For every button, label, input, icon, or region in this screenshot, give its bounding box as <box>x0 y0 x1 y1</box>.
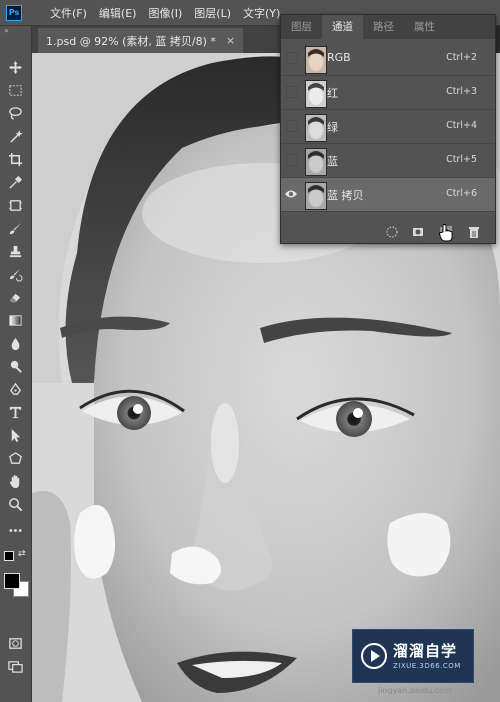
eyedropper-icon[interactable] <box>6 173 24 191</box>
channel-thumbnail <box>305 182 327 210</box>
dodge-icon[interactable] <box>6 357 24 375</box>
type-icon[interactable] <box>6 403 24 421</box>
document-tab-title: 1.psd @ 92% (素材, 蓝 拷贝/8) * <box>46 34 216 48</box>
visibility-toggle[interactable] <box>286 154 298 166</box>
hand-cursor-icon <box>439 224 453 245</box>
channel-shortcut: Ctrl+6 <box>446 188 477 199</box>
watermark-title: 溜溜自学 <box>393 642 458 660</box>
lasso-icon[interactable] <box>6 104 24 122</box>
shape-icon[interactable] <box>6 449 24 467</box>
channel-name: 绿 <box>327 121 338 134</box>
menu-layer[interactable]: 图层(L) <box>188 5 237 21</box>
blur-icon[interactable] <box>6 334 24 352</box>
channel-shortcut: Ctrl+3 <box>446 86 477 97</box>
eye-icon[interactable] <box>284 188 298 203</box>
channel-row-blue-copy[interactable]: 蓝 拷贝 Ctrl+6 <box>281 178 495 212</box>
document-tab-bar: 1.psd @ 92% (素材, 蓝 拷贝/8) * × <box>32 26 280 53</box>
play-logo-icon <box>361 643 387 669</box>
channel-thumbnail <box>305 46 327 74</box>
close-icon[interactable]: × <box>226 34 235 47</box>
swap-colors-icon[interactable]: ⇄ <box>18 549 26 559</box>
magic-wand-icon[interactable] <box>6 127 24 145</box>
channel-name: 红 <box>327 87 338 100</box>
pen-icon[interactable] <box>6 380 24 398</box>
channel-thumbnail <box>305 114 327 142</box>
channel-row-green[interactable]: 绿 Ctrl+4 <box>281 110 495 144</box>
delete-channel-icon[interactable] <box>467 225 481 239</box>
stamp-icon[interactable] <box>6 242 24 260</box>
menu-image[interactable]: 图像(I) <box>142 5 188 21</box>
channel-thumbnail <box>305 80 327 108</box>
visibility-toggle[interactable] <box>286 120 298 132</box>
history-brush-icon[interactable] <box>6 265 24 283</box>
toolbar-collapse-grip[interactable]: » <box>0 26 31 36</box>
visibility-toggle[interactable] <box>286 86 298 98</box>
menu-file[interactable]: 文件(F) <box>44 5 93 21</box>
channel-shortcut: Ctrl+2 <box>446 52 477 63</box>
channel-shortcut: Ctrl+4 <box>446 120 477 131</box>
tab-channels[interactable]: 通道 <box>322 15 363 39</box>
channel-name: 蓝 <box>327 155 338 168</box>
foreground-color-swatch[interactable] <box>4 573 20 589</box>
save-selection-icon[interactable] <box>411 225 425 239</box>
brush-icon[interactable] <box>6 219 24 237</box>
channel-name: RGB <box>327 51 351 64</box>
visibility-toggle[interactable] <box>286 52 298 64</box>
move-icon[interactable] <box>6 58 24 76</box>
panel-tab-bar: 图层 通道 路径 属性 <box>281 15 495 39</box>
screen-mode-icon[interactable] <box>6 657 24 675</box>
tools-panel: » ⇄ <box>0 26 32 702</box>
frame-icon[interactable] <box>6 196 24 214</box>
channel-row-red[interactable]: 红 Ctrl+3 <box>281 76 495 110</box>
path-select-icon[interactable] <box>6 426 24 444</box>
load-selection-icon[interactable] <box>385 225 399 239</box>
hand-icon[interactable] <box>6 472 24 490</box>
watermark-subtitle: ZIXUE.3D66.COM <box>393 662 461 670</box>
document-tab[interactable]: 1.psd @ 92% (素材, 蓝 拷贝/8) * × <box>38 28 244 53</box>
gradient-icon[interactable] <box>6 311 24 329</box>
quick-mask-icon[interactable] <box>6 634 24 652</box>
tab-properties[interactable]: 属性 <box>404 15 445 39</box>
marquee-icon[interactable] <box>6 81 24 99</box>
menu-edit[interactable]: 编辑(E) <box>93 5 143 21</box>
tab-paths[interactable]: 路径 <box>363 15 404 39</box>
eraser-icon[interactable] <box>6 288 24 306</box>
tab-layers[interactable]: 图层 <box>281 15 322 39</box>
watermark-badge: 溜溜自学 ZIXUE.3D66.COM <box>352 629 474 683</box>
channel-shortcut: Ctrl+5 <box>446 154 477 165</box>
default-colors-icon[interactable] <box>4 551 14 561</box>
channel-row-rgb[interactable]: RGB Ctrl+2 <box>281 42 495 76</box>
channel-thumbnail <box>305 148 327 176</box>
channel-row-blue[interactable]: 蓝 Ctrl+5 <box>281 144 495 178</box>
photoshop-logo[interactable]: Ps <box>6 4 22 21</box>
crop-icon[interactable] <box>6 150 24 168</box>
zoom-icon[interactable] <box>6 495 24 513</box>
channel-name: 蓝 拷贝 <box>327 189 364 202</box>
more-icon[interactable] <box>6 521 24 539</box>
panel-footer <box>281 221 495 243</box>
source-watermark: jingyan.baidu.com <box>378 686 452 695</box>
channels-panel: 图层 通道 路径 属性 RGB Ctrl+2 红 Ctrl+3 绿 Ctrl+4… <box>280 14 496 244</box>
menu-type[interactable]: 文字(Y) <box>237 5 286 21</box>
